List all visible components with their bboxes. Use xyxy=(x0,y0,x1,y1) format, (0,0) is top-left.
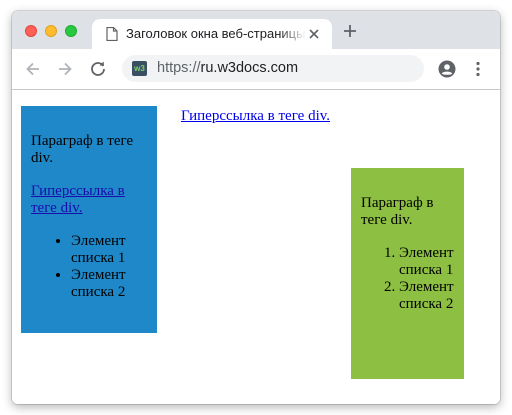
kebab-menu-icon[interactable] xyxy=(472,61,484,77)
list-item: Элемент списка 2 xyxy=(399,279,454,313)
account-icon[interactable] xyxy=(438,60,456,78)
address-bar[interactable]: w3 https://ru.w3docs.com xyxy=(122,55,424,82)
box1-paragraph: Параграф в теге div. xyxy=(31,133,134,166)
plus-icon[interactable] xyxy=(342,23,358,39)
document-icon xyxy=(106,27,118,41)
page-content: Параграф в теге div. Гиперссылка в теге … xyxy=(12,90,500,404)
box2-paragraph: Параграф в теге div. xyxy=(361,195,434,228)
browser-toolbar: w3 https://ru.w3docs.com xyxy=(12,49,500,90)
arrow-left-icon[interactable] xyxy=(24,60,42,78)
site-favicon: w3 xyxy=(132,61,147,76)
box1-link[interactable]: Гиперссылка в теге div. xyxy=(31,183,147,217)
blue-div: Параграф в теге div. Гиперссылка в теге … xyxy=(21,106,157,333)
middle-link[interactable]: Гиперссылка в теге div. xyxy=(181,108,331,125)
browser-window: Заголовок окна веб-страницы w3 https://r… xyxy=(12,11,500,404)
box1-unordered-list: Элемент списка 1 Элемент списка 2 xyxy=(31,233,147,301)
window-minimize-button[interactable] xyxy=(45,25,57,37)
list-item: Элемент списка 2 xyxy=(71,267,147,301)
close-icon[interactable] xyxy=(308,28,320,40)
url-text[interactable]: https://ru.w3docs.com xyxy=(157,60,298,76)
tab-bar: Заголовок окна веб-страницы xyxy=(12,11,500,49)
browser-tab[interactable]: Заголовок окна веб-страницы xyxy=(92,19,332,49)
reload-icon[interactable] xyxy=(89,60,107,78)
url-scheme: https:// xyxy=(157,60,201,76)
window-close-button[interactable] xyxy=(25,25,37,37)
tab-title: Заголовок окна веб-страницы xyxy=(126,26,306,41)
green-div: Параграф в теге div. Элемент списка 1 Эл… xyxy=(351,168,464,379)
arrow-right-icon[interactable] xyxy=(56,60,74,78)
window-maximize-button[interactable] xyxy=(65,25,77,37)
box2-ordered-list: Элемент списка 1 Элемент списка 2 xyxy=(361,245,454,313)
list-item: Элемент списка 1 xyxy=(399,245,454,279)
list-item: Элемент списка 1 xyxy=(71,233,147,267)
url-host: ru.w3docs.com xyxy=(200,60,299,76)
